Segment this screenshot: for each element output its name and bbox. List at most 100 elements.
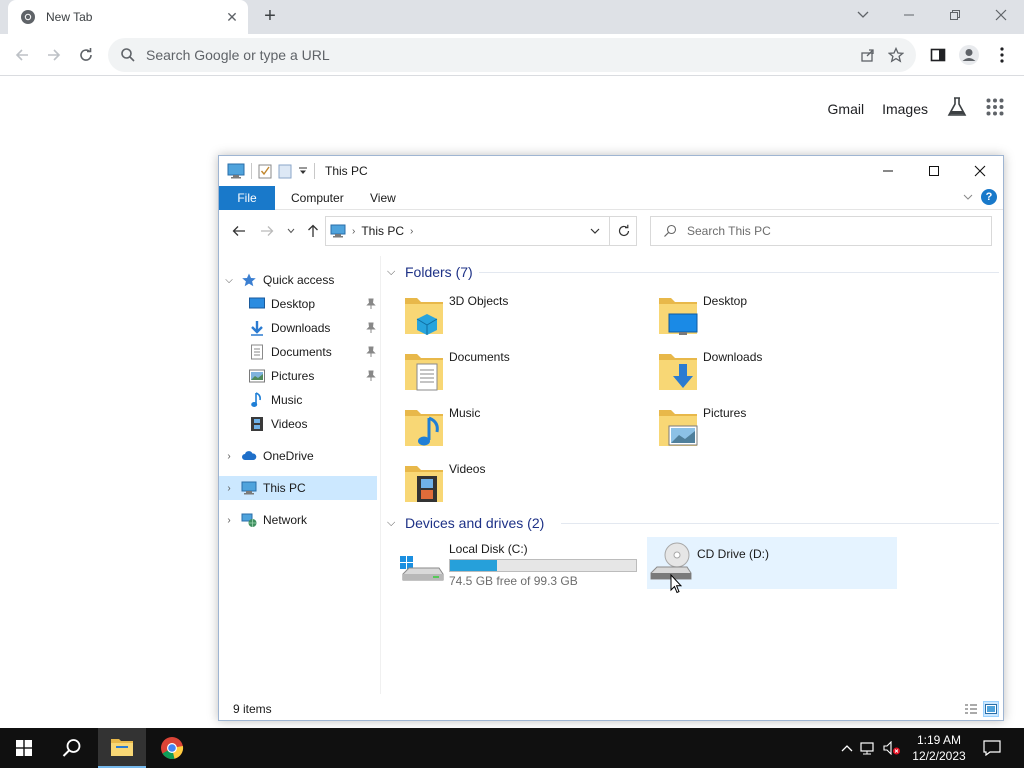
group-collapse-icon[interactable]: ⌵ [387, 517, 401, 530]
bookmark-button[interactable] [886, 45, 906, 65]
kebab-menu-icon [1000, 47, 1004, 63]
reload-icon [80, 48, 92, 61]
nav-quick-access[interactable]: ⌵ Quick access [223, 268, 377, 292]
expand-chevron-icon[interactable]: › [223, 515, 235, 526]
folder-music[interactable]: Music [403, 402, 643, 454]
address-history-button[interactable] [585, 221, 605, 241]
nav-pictures[interactable]: Pictures [249, 364, 377, 388]
nav-onedrive[interactable]: › OneDrive [223, 444, 377, 468]
chrome-menu-button[interactable] [990, 43, 1014, 67]
details-view-icon [965, 704, 977, 714]
reload-button[interactable] [74, 43, 98, 67]
refresh-button[interactable] [609, 216, 637, 246]
tab-close-icon[interactable]: ✕ [224, 9, 240, 25]
share-button[interactable] [858, 45, 878, 65]
folder-documents[interactable]: Documents [403, 346, 643, 398]
nav-label: Videos [271, 417, 308, 431]
properties-icon[interactable] [258, 163, 272, 179]
side-panel-button[interactable] [926, 43, 950, 67]
profile-button[interactable] [957, 43, 981, 67]
browser-close-button[interactable] [978, 0, 1024, 30]
expand-chevron-icon[interactable]: › [223, 451, 235, 462]
expand-chevron-icon[interactable]: › [223, 483, 235, 494]
tab-new-tab[interactable]: New Tab ✕ [8, 0, 248, 34]
details-view-button[interactable] [963, 701, 979, 717]
gmail-link[interactable]: Gmail [828, 101, 865, 117]
system-tray [838, 728, 904, 768]
search-box[interactable] [650, 216, 992, 246]
explorer-forward-button[interactable] [257, 221, 277, 241]
search-icon [664, 224, 677, 237]
breadcrumb-separator-icon[interactable]: › [352, 226, 355, 237]
drive-cd-d[interactable]: CD Drive (D:) [647, 537, 897, 589]
explorer-back-button[interactable] [229, 221, 249, 241]
ribbon-tab-file[interactable]: File [219, 186, 275, 210]
ribbon-tab-view[interactable]: View [356, 186, 410, 210]
chevron-down-icon [590, 228, 600, 234]
nav-downloads[interactable]: Downloads [249, 316, 377, 340]
taskbar-file-explorer[interactable] [98, 728, 146, 768]
recent-locations-button[interactable] [281, 221, 301, 241]
large-icons-view-button[interactable] [983, 701, 999, 717]
network-tray-button[interactable] [856, 741, 880, 755]
chrome-tab-strip: New Tab ✕ + [0, 0, 1024, 34]
folders-group-header[interactable]: ⌵ Folders (7) [387, 262, 999, 282]
omnibox-input[interactable] [146, 47, 916, 63]
star-icon [888, 47, 904, 63]
browser-restore-button[interactable] [932, 0, 978, 30]
nav-music[interactable]: Music [249, 388, 377, 412]
expand-ribbon-icon[interactable] [963, 194, 973, 200]
nav-network[interactable]: › Network [223, 508, 377, 532]
restore-icon [950, 10, 960, 20]
folder-pictures-icon [659, 410, 698, 446]
folder-label: Desktop [703, 294, 748, 308]
new-tab-button[interactable]: + [258, 5, 282, 29]
tab-search-button[interactable] [850, 4, 876, 26]
folder-downloads-icon [659, 354, 697, 390]
labs-button[interactable] [946, 96, 968, 121]
taskbar-chrome[interactable] [148, 728, 196, 768]
forward-button[interactable] [42, 43, 66, 67]
taskbar-search-button[interactable] [48, 728, 96, 768]
nav-videos[interactable]: Videos [249, 412, 377, 436]
explorer-minimize-button[interactable] [865, 156, 911, 186]
back-button[interactable] [10, 43, 34, 67]
explorer-close-button[interactable] [957, 156, 1003, 186]
devices-group-header[interactable]: ⌵ Devices and drives (2) [387, 513, 999, 533]
images-link[interactable]: Images [882, 101, 928, 117]
explorer-maximize-button[interactable] [911, 156, 957, 186]
folder-3d-objects[interactable]: 3D Objects [403, 290, 643, 342]
local-disk-icon [400, 556, 444, 581]
folder-desktop[interactable]: Desktop [657, 290, 897, 342]
folder-downloads[interactable]: Downloads [657, 346, 897, 398]
breadcrumb-chevron-icon[interactable]: › [410, 226, 413, 237]
breadcrumb-this-pc[interactable]: This PC [361, 224, 404, 238]
pin-icon [366, 346, 376, 357]
nav-documents[interactable]: Documents [249, 340, 377, 364]
ribbon-tab-computer[interactable]: Computer [277, 186, 358, 210]
start-button[interactable] [0, 728, 48, 768]
clock-time: 1:19 AM [916, 733, 962, 747]
group-collapse-icon[interactable]: ⌵ [387, 266, 401, 279]
google-apps-button[interactable] [986, 98, 1004, 119]
folder-desktop-icon [659, 298, 698, 335]
browser-minimize-button[interactable] [886, 0, 932, 30]
search-this-pc-input[interactable] [687, 224, 991, 238]
omnibox[interactable] [108, 38, 916, 72]
drive-c-free-space: 74.5 GB free of 99.3 GB [449, 574, 578, 588]
up-button[interactable] [303, 221, 323, 241]
qat-dropdown-icon[interactable] [298, 167, 308, 175]
collapse-chevron-icon[interactable]: ⌵ [223, 275, 235, 286]
show-hidden-icons-button[interactable] [838, 744, 856, 752]
nav-this-pc[interactable]: › This PC [219, 476, 377, 500]
volume-tray-button[interactable] [880, 741, 904, 755]
nav-label: Desktop [271, 297, 316, 311]
taskbar-clock[interactable]: 1:19 AM 12/2/2023 [908, 732, 970, 764]
drive-local-disk-c[interactable]: Local Disk (C:) 74.5 GB free of 99.3 GB [399, 538, 645, 590]
folder-videos[interactable]: Videos [403, 458, 643, 510]
nav-desktop[interactable]: Desktop [249, 292, 377, 316]
new-folder-icon[interactable] [278, 163, 292, 179]
help-button[interactable]: ? [981, 189, 997, 205]
action-center-button[interactable] [972, 728, 1012, 768]
folder-pictures[interactable]: Pictures [657, 402, 897, 454]
